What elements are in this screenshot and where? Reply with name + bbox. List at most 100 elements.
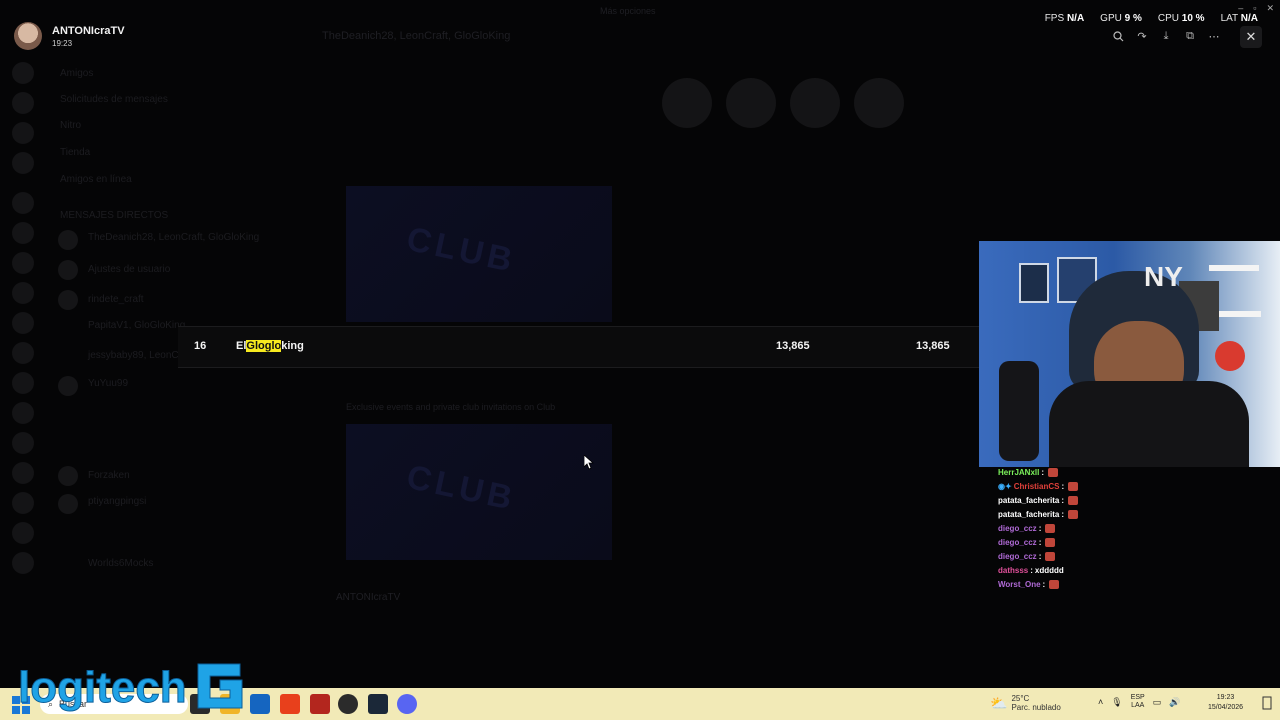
server-icon[interactable]	[12, 152, 34, 174]
emote-icon	[1048, 467, 1059, 477]
dm-item[interactable]: rindete_craft	[88, 294, 144, 308]
user-header: ANTONIcraTV 19:23	[14, 22, 125, 50]
notification-icon[interactable]	[1262, 696, 1272, 712]
badge-icon: ◉✦	[998, 481, 1012, 491]
server-icon[interactable]	[12, 282, 34, 304]
server-icon[interactable]	[12, 342, 34, 364]
logitech-logo: logitech	[18, 656, 258, 719]
stat-lat: LAT N/A	[1220, 13, 1258, 24]
server-icon[interactable]	[12, 552, 34, 574]
server-icon[interactable]	[12, 122, 34, 144]
call-participant-avatar	[662, 78, 712, 128]
chat-message: patata_facherita:	[998, 493, 1278, 507]
emote-icon	[1068, 509, 1079, 519]
svg-text:logitech: logitech	[18, 663, 187, 712]
sidebar-item[interactable]: Solicitudes de mensajes	[60, 94, 168, 108]
window-title: Más opciones	[600, 6, 656, 16]
server-icon[interactable]	[12, 522, 34, 544]
sidebar-item[interactable]: Nitro	[60, 120, 81, 134]
viewer-toolbar: ↷ ⤓ ⧉ ⋯	[1108, 26, 1224, 46]
avatar	[58, 260, 78, 280]
row-name: ElGlogloking	[236, 340, 304, 352]
chat-message: diego_ccz:	[998, 535, 1278, 549]
club-invite-image: CLUB	[346, 424, 612, 560]
sidebar-item[interactable]: Tienda	[60, 147, 90, 161]
server-icon[interactable]	[12, 432, 34, 454]
voicemeeter-icon[interactable]	[310, 694, 330, 714]
emote-icon	[1068, 481, 1079, 491]
timestamp: 19:23	[52, 38, 73, 48]
message-text: Exclusive events and private club invita…	[346, 402, 556, 412]
dm-item[interactable]: Ajustes de usuario	[88, 264, 170, 278]
taskbar-clock[interactable]: 19:23 15/04/2026	[1208, 693, 1243, 713]
server-icon[interactable]	[12, 492, 34, 514]
server-icon[interactable]	[12, 92, 34, 114]
stat-fps: FPS N/A	[1044, 13, 1085, 24]
dm-item[interactable]: Worlds6Mocks	[88, 558, 153, 572]
stat-cpu: CPU 10 %	[1157, 13, 1205, 24]
section-heading: MENSAJES DIRECTOS	[60, 210, 169, 221]
more-icon[interactable]: ⋯	[1204, 26, 1224, 46]
server-icon[interactable]	[12, 222, 34, 244]
dm-item[interactable]: PapitaV1, GloGloKing	[88, 320, 185, 334]
chat-message: Worst_One:	[998, 577, 1278, 591]
avatar	[58, 230, 78, 250]
stat-gpu: GPU 9 %	[1100, 13, 1142, 24]
avatar	[58, 290, 78, 310]
call-participant-avatar	[726, 78, 776, 128]
dm-item[interactable]: Forzaken	[88, 470, 130, 484]
server-icon[interactable]	[12, 252, 34, 274]
close-window-icon[interactable]: ✕	[1266, 3, 1274, 14]
sidebar-item[interactable]: Amigos en línea	[60, 174, 132, 188]
performance-stats: FPS N/A GPU 9 % CPU 10 % LAT N/A	[1045, 13, 1258, 24]
dm-item[interactable]: TheDeanich28, LeonCraft, GloGloKing	[88, 232, 259, 246]
volume-icon[interactable]: 🔊	[1169, 697, 1180, 708]
maximize-icon[interactable]: ▫	[1253, 3, 1256, 14]
chat-message: HerrJANxll:	[998, 465, 1278, 479]
row-rank: 16	[194, 340, 207, 352]
emote-icon	[1045, 551, 1056, 561]
call-participant-avatar	[854, 78, 904, 128]
chat-message: ◉✦ ChristianCS:	[998, 479, 1278, 493]
brave-icon[interactable]	[280, 694, 300, 714]
language-indicator[interactable]: ESP LAA	[1131, 694, 1145, 710]
avatar	[58, 376, 78, 396]
emote-icon	[1068, 495, 1079, 505]
system-tray: ˄ 🎙 ESP LAA ▭ 🔊	[1098, 694, 1180, 710]
mouse-cursor-icon	[583, 454, 595, 475]
close-button[interactable]: ✕	[1240, 26, 1262, 48]
sidebar-item[interactable]: Amigos	[60, 68, 93, 82]
dm-item[interactable]: YuYuu99	[88, 378, 128, 392]
network-icon[interactable]: ▭	[1153, 697, 1162, 708]
steam-icon[interactable]	[368, 694, 388, 714]
popout-icon[interactable]: ⧉	[1180, 26, 1200, 46]
emote-icon	[1045, 537, 1056, 547]
download-icon[interactable]: ⤓	[1156, 26, 1176, 46]
obs-icon[interactable]	[338, 694, 358, 714]
server-icon[interactable]	[12, 312, 34, 334]
zoom-icon[interactable]	[1108, 26, 1128, 46]
server-icon[interactable]	[12, 402, 34, 424]
microphone-icon[interactable]: 🎙	[1111, 697, 1122, 708]
share-icon[interactable]: ↷	[1132, 26, 1152, 46]
chat-message: patata_facherita:	[998, 507, 1278, 521]
server-icon[interactable]	[12, 372, 34, 394]
emote-icon	[1045, 523, 1056, 533]
server-icon[interactable]	[12, 192, 34, 214]
chat-message: diego_ccz:	[998, 549, 1278, 563]
server-icon[interactable]	[12, 62, 34, 84]
row-value: 13,865	[776, 340, 810, 352]
webcam-overlay: NY	[979, 241, 1280, 467]
weather-widget[interactable]: ⛅ 25°C Parc. nublado	[990, 694, 1061, 712]
search-result-row[interactable]: 16 ElGlogloking 13,865 13,865	[178, 326, 980, 368]
window-controls: – ▫ ✕	[1238, 3, 1274, 14]
chat-message: diego_ccz:	[998, 521, 1278, 535]
chevron-up-icon[interactable]: ˄	[1098, 697, 1103, 707]
discord-icon[interactable]	[397, 694, 417, 714]
server-icon[interactable]	[12, 462, 34, 484]
club-invite-image: CLUB	[346, 186, 612, 322]
message-username: ANTONIcraTV	[336, 592, 401, 603]
dm-item[interactable]: ptiyangpingsi	[88, 496, 146, 510]
call-participant-avatar	[790, 78, 840, 128]
minimize-icon[interactable]: –	[1238, 3, 1243, 14]
